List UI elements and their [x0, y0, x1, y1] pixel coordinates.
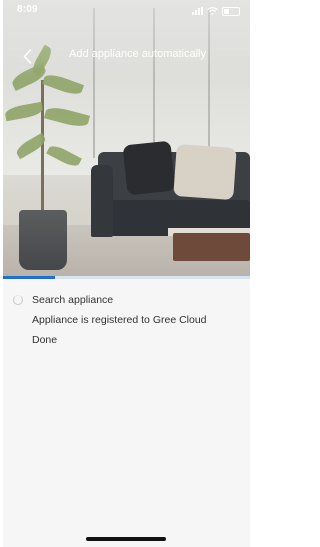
plant-stem — [41, 80, 44, 212]
step-label: Search appliance — [32, 294, 114, 306]
sofa-arm — [91, 165, 113, 237]
home-indicator — [86, 537, 166, 541]
app-screen: 8:09 Add appliance automatically Search … — [3, 0, 250, 547]
step-register-cloud: Appliance is registered to Gree Cloud — [3, 312, 250, 332]
loading-spinner-icon — [13, 295, 23, 305]
status-bar: 8:09 — [3, 0, 250, 22]
status-indicators — [192, 5, 240, 17]
step-done: Done — [3, 332, 250, 352]
coffee-table — [173, 233, 250, 261]
sofa-pillow — [173, 143, 237, 201]
signal-icon — [192, 7, 203, 15]
page-title: Add appliance automatically — [69, 48, 206, 60]
step-search-appliance: Search appliance — [3, 292, 250, 312]
battery-icon — [222, 6, 240, 16]
nav-bar: Add appliance automatically — [3, 42, 250, 70]
progress-bar — [3, 276, 250, 279]
wifi-icon — [207, 7, 218, 15]
sofa-pillow — [122, 140, 176, 196]
plant-pot — [19, 210, 67, 270]
status-time: 8:09 — [17, 4, 38, 15]
step-label: Appliance is registered to Gree Cloud — [32, 314, 207, 326]
step-label: Done — [32, 334, 58, 346]
steps-list: Search appliance Appliance is registered… — [3, 292, 250, 352]
progress-bar-fill — [3, 276, 55, 279]
